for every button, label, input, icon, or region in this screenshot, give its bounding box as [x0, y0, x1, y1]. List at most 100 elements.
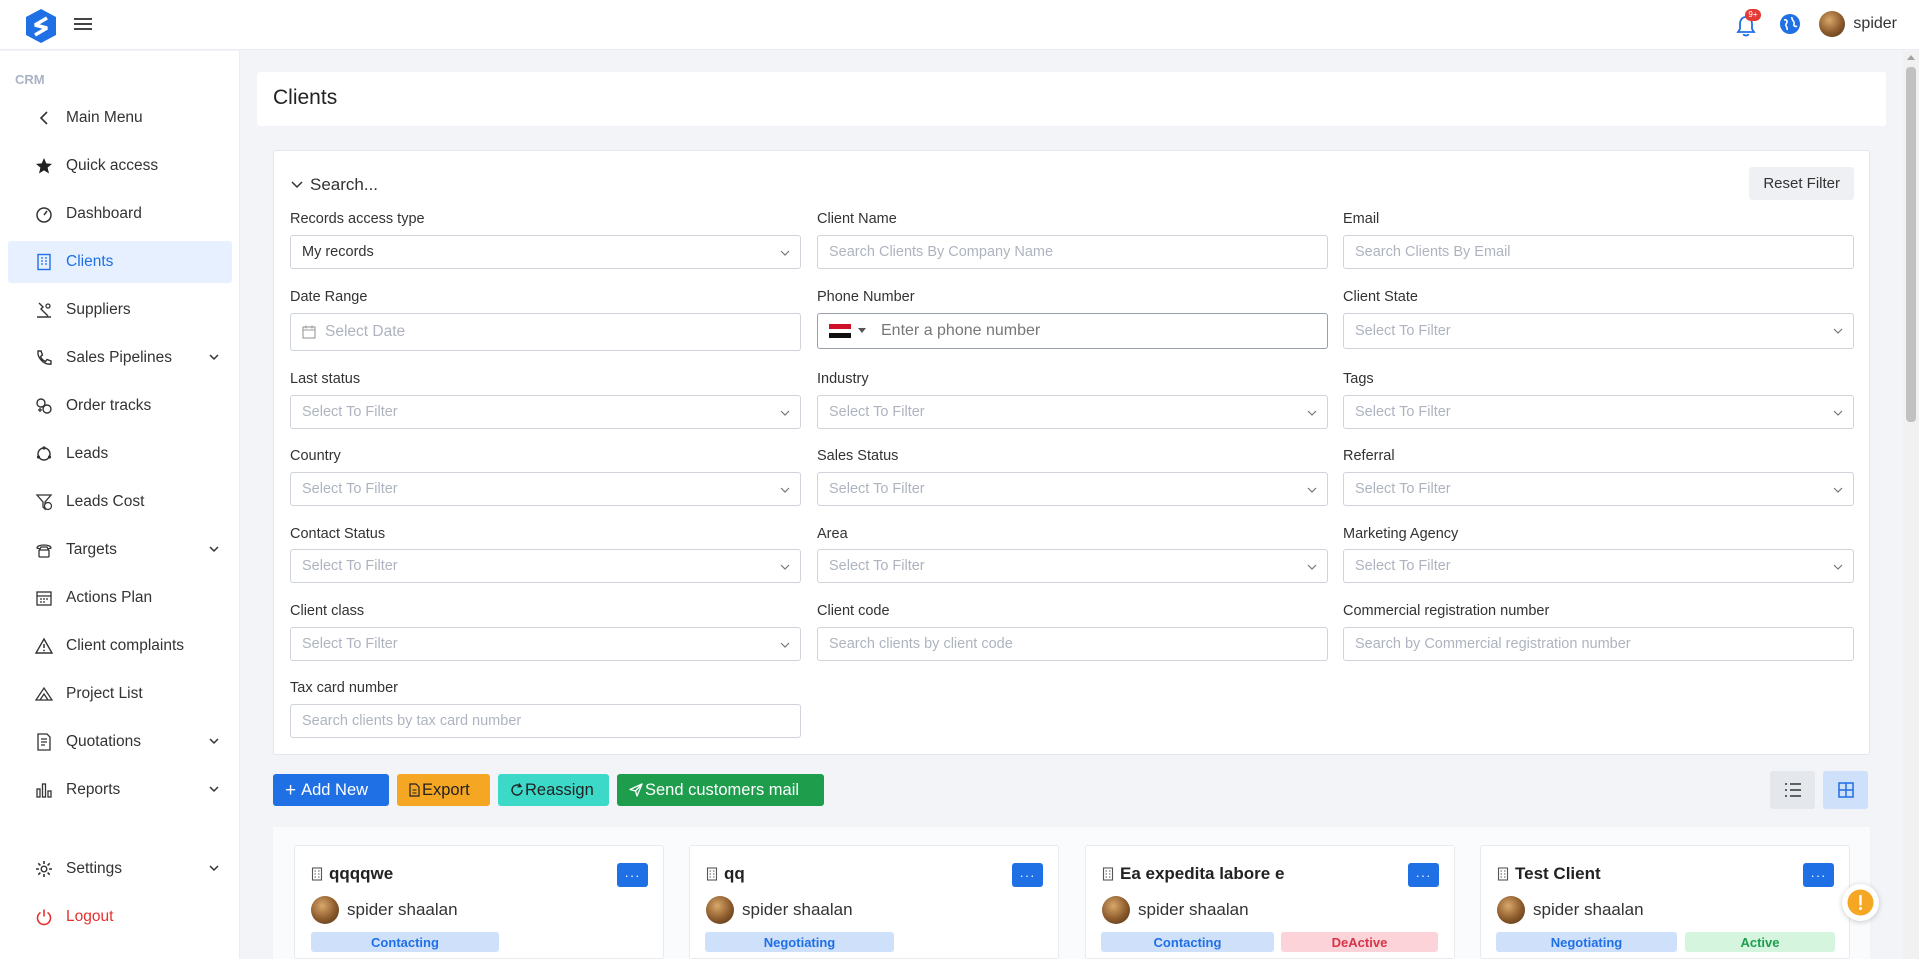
sidebar-item-leads-cost[interactable]: Leads Cost	[8, 481, 232, 523]
date-range-input[interactable]: Select Date	[290, 313, 801, 351]
client-card[interactable]: Test Client ··· spider shaalan Negotiati…	[1480, 845, 1850, 959]
building-icon	[1497, 867, 1509, 881]
sidebar-item-main-menu[interactable]: Main Menu	[8, 97, 232, 139]
chevron-down-icon	[291, 181, 303, 189]
sidebar-item-settings[interactable]: Settings	[8, 848, 232, 890]
sidebar-item-reports[interactable]: Reports	[8, 769, 232, 811]
email-input[interactable]: Search Clients By Email	[1343, 235, 1854, 269]
client-name: Ea expedita labore e	[1120, 864, 1285, 883]
add-new-button[interactable]: + Add New	[273, 774, 389, 806]
plus-icon: +	[285, 779, 297, 801]
more-options-button[interactable]: ···	[617, 863, 648, 887]
reassign-button[interactable]: Reassign	[498, 774, 609, 806]
chevron-down-icon	[1307, 564, 1317, 570]
tax-card-input[interactable]: Search clients by tax card number	[290, 704, 801, 738]
refresh-icon	[511, 783, 523, 796]
client-name-input[interactable]: Search Clients By Company Name	[817, 235, 1328, 269]
reset-filter-button[interactable]: Reset Filter	[1749, 167, 1854, 200]
sidebar-item-client-complaints[interactable]: Client complaints	[8, 625, 232, 667]
power-icon	[34, 907, 54, 927]
area-label: Area	[817, 526, 848, 542]
sidebar-item-label: Logout	[66, 908, 114, 925]
tags-placeholder: Select To Filter	[1355, 404, 1451, 420]
sidebar-item-clients[interactable]: Clients	[8, 241, 232, 283]
area-select[interactable]: Select To Filter	[817, 549, 1328, 583]
more-options-button[interactable]: ···	[1408, 863, 1439, 887]
sidebar-item-order-tracks[interactable]: Order tracks	[8, 385, 232, 427]
marketing-agency-select[interactable]: Select To Filter	[1343, 549, 1854, 583]
page-scrollbar[interactable]	[1903, 51, 1919, 959]
sidebar-item-logout[interactable]: Logout	[8, 896, 232, 938]
phone-number-input[interactable]: Enter a phone number	[817, 313, 1328, 349]
sidebar-item-quick-access[interactable]: Quick access	[8, 145, 232, 187]
client-owner: spider shaalan	[311, 896, 458, 924]
logo-icon[interactable]	[24, 8, 58, 44]
client-card-title[interactable]: Test Client	[1497, 864, 1601, 884]
client-card-title[interactable]: qq	[706, 864, 745, 884]
list-view-button[interactable]	[1770, 771, 1815, 809]
user-avatar[interactable]	[1819, 11, 1846, 37]
sidebar-item-quotations[interactable]: Quotations	[8, 721, 232, 763]
caret-down-icon[interactable]	[857, 327, 867, 335]
tags-select[interactable]: Select To Filter	[1343, 395, 1854, 429]
sidebar-item-sales-pipelines[interactable]: Sales Pipelines	[8, 337, 232, 379]
client-name: Test Client	[1515, 864, 1601, 883]
help-button[interactable]	[1842, 884, 1879, 921]
grid-view-button[interactable]	[1823, 771, 1868, 809]
sales-status-select[interactable]: Select To Filter	[817, 472, 1328, 506]
notifications-button[interactable]: 9+	[1735, 9, 1761, 37]
sidebar-item-suppliers[interactable]: Suppliers	[8, 289, 232, 331]
sidebar-item-leads[interactable]: Leads	[8, 433, 232, 475]
gauge-icon	[34, 204, 54, 224]
gear-icon	[34, 859, 54, 879]
client-card[interactable]: qqqqwe ··· spider shaalan Contacting	[294, 845, 664, 959]
client-class-label: Client class	[290, 603, 365, 619]
client-code-input[interactable]: Search clients by client code	[817, 627, 1328, 661]
exclamation-icon	[1847, 889, 1874, 916]
export-button[interactable]: Export	[397, 774, 490, 806]
scroll-up-arrow-icon[interactable]	[1907, 55, 1915, 60]
referral-select[interactable]: Select To Filter	[1343, 472, 1854, 506]
sidebar-item-targets[interactable]: Targets	[8, 529, 232, 571]
records-access-type-select[interactable]: My records	[290, 235, 801, 269]
more-options-button[interactable]: ···	[1012, 863, 1043, 887]
username-label[interactable]: spider	[1853, 15, 1897, 33]
industry-select[interactable]: Select To Filter	[817, 395, 1328, 429]
country-select[interactable]: Select To Filter	[290, 472, 801, 506]
client-class-select[interactable]: Select To Filter	[290, 627, 801, 661]
globe-icon[interactable]	[1779, 13, 1801, 35]
send-customers-mail-button[interactable]: Send customers mail	[617, 774, 824, 806]
client-card[interactable]: qq ··· spider shaalan Negotiating	[689, 845, 1059, 959]
client-card-title[interactable]: qqqqwe	[311, 864, 393, 884]
contact-status-select[interactable]: Select To Filter	[290, 549, 801, 583]
commercial-registration-input[interactable]: Search by Commercial registration number	[1343, 627, 1854, 661]
client-state-select[interactable]: Select To Filter	[1343, 313, 1854, 349]
country-placeholder: Select To Filter	[302, 481, 398, 497]
sidebar-item-project-list[interactable]: Project List	[8, 673, 232, 715]
last-status-label: Last status	[290, 371, 361, 387]
client-owner: spider shaalan	[1497, 896, 1644, 924]
status-badge: Active	[1685, 932, 1835, 952]
status-badge: Negotiating	[1496, 932, 1677, 952]
sidebar-item-actions-plan[interactable]: Actions Plan	[8, 577, 232, 619]
client-card-title[interactable]: Ea expedita labore e	[1102, 864, 1284, 884]
more-options-button[interactable]: ···	[1803, 863, 1834, 887]
calendar-icon	[302, 325, 316, 339]
last-status-select[interactable]: Select To Filter	[290, 395, 801, 429]
sidebar-item-dashboard[interactable]: Dashboard	[8, 193, 232, 235]
building-icon	[311, 867, 323, 881]
search-collapse-toggle[interactable]: Search...	[290, 175, 378, 195]
menu-toggle-icon[interactable]	[74, 15, 92, 33]
scrollbar-thumb[interactable]	[1906, 67, 1916, 422]
chevron-down-icon	[1307, 487, 1317, 493]
reassign-label: Reassign	[525, 780, 594, 799]
sidebar-item-label: Leads Cost	[66, 493, 145, 510]
chevron-down-icon	[209, 546, 219, 553]
chevron-down-icon	[780, 250, 790, 256]
client-card[interactable]: Ea expedita labore e ··· spider shaalan …	[1085, 845, 1455, 959]
email-placeholder: Search Clients By Email	[1355, 244, 1511, 260]
sidebar-item-label: Quick access	[66, 157, 159, 174]
target-phone-icon	[34, 540, 54, 560]
egypt-flag-icon[interactable]	[829, 324, 851, 339]
country-label: Country	[290, 448, 341, 464]
